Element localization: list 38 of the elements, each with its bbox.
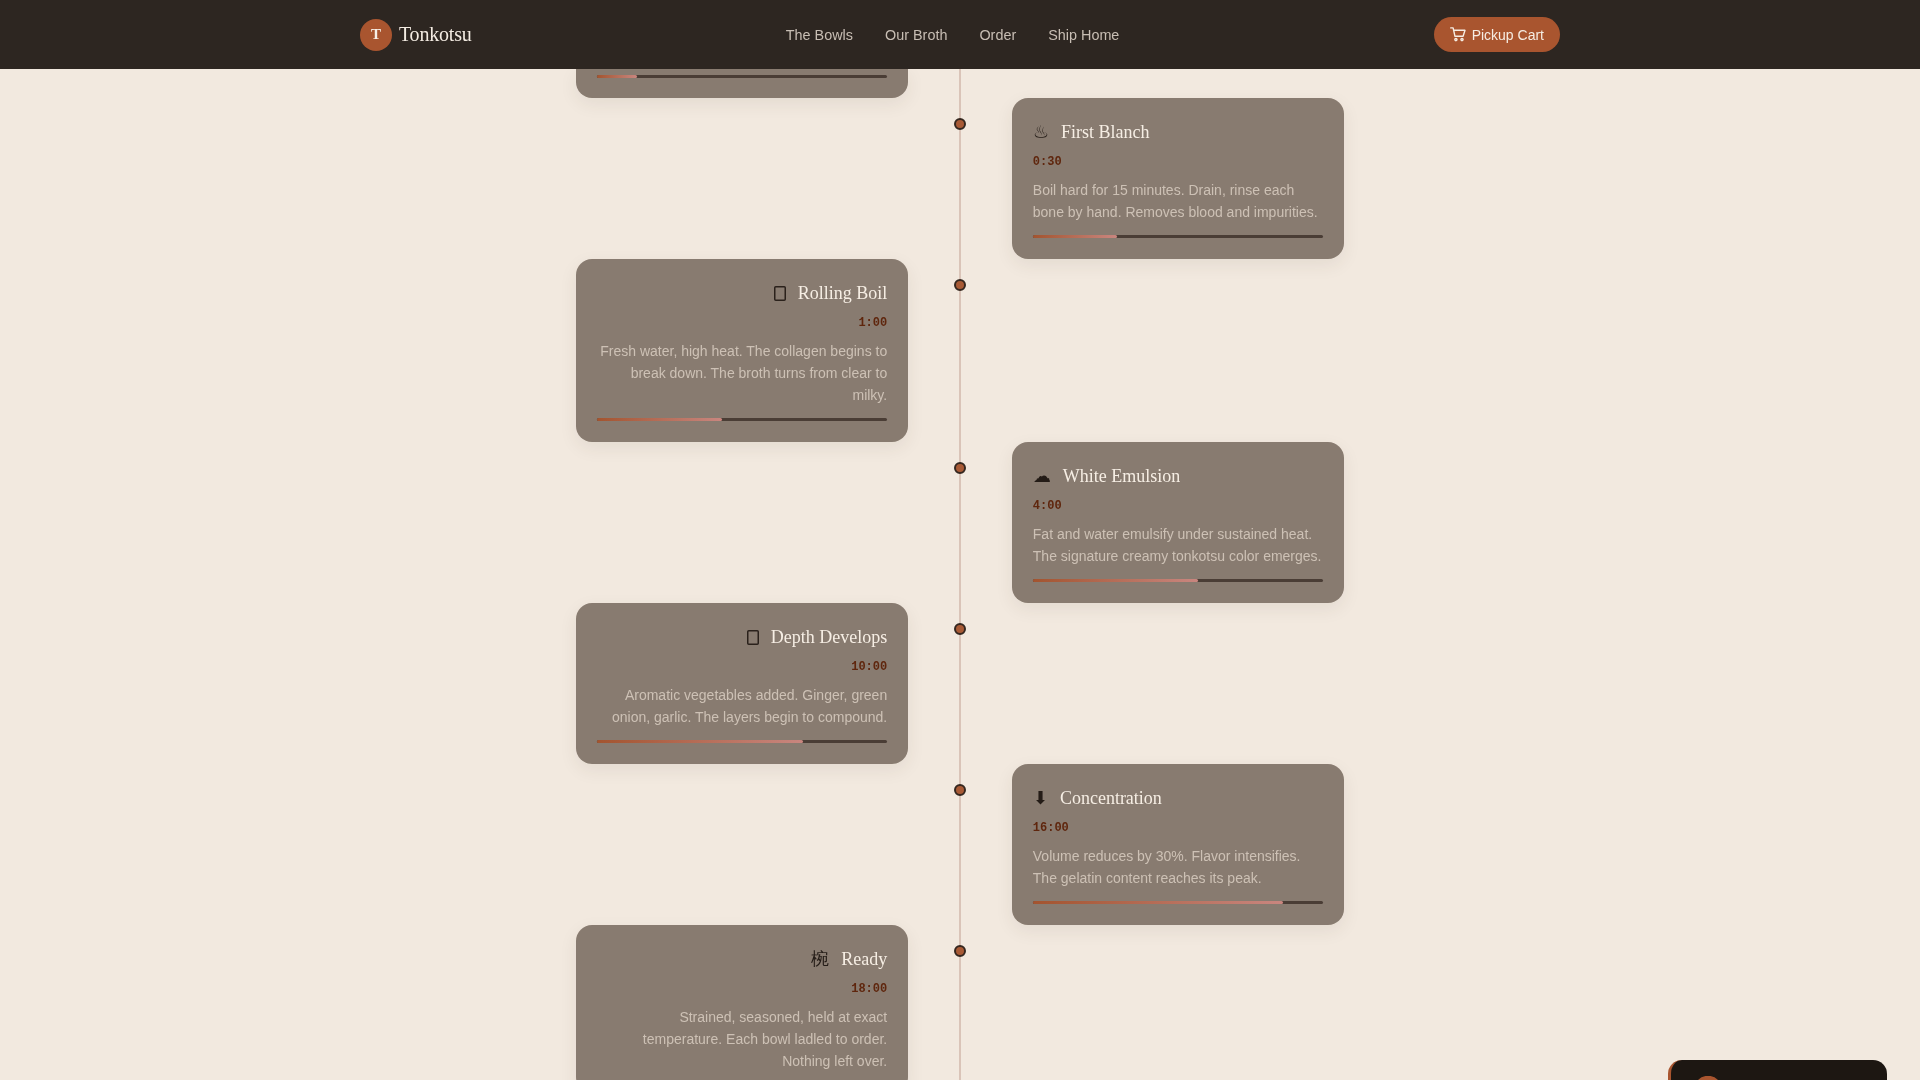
step-title: Ready: [841, 948, 888, 971]
empty-box-icon: [746, 629, 759, 645]
step-time: 1:00: [858, 315, 888, 331]
cloud-icon: ☁: [1032, 467, 1051, 485]
nav-link[interactable]: Our Broth: [885, 26, 948, 43]
step-title: First Blanch: [1060, 121, 1150, 144]
step-description: Aromatic vegetables added. Ginger, green onion, garlic. The layers begin to compound.: [610, 686, 888, 727]
down-arrow-icon: ⬇: [1032, 789, 1048, 807]
timeline-dot: [954, 784, 966, 796]
step-description: Volume reduces by 30%. Flavor intensifies. The gelatin content reaches its peak.: [1032, 847, 1302, 888]
step-description: Strained, seasoned, held at exact temperature. Each bowl ladled to order. Nothing left over.: [641, 1008, 888, 1071]
step-description: Fresh water, high heat. The collagen begins to break down. The broth turns from clear to milky.: [599, 342, 888, 405]
nav-link[interactable]: The Bowls: [785, 26, 853, 43]
timeline-dot: [954, 279, 966, 291]
step-title: Rolling Boil: [797, 282, 888, 305]
steam-icon: ♨: [1032, 123, 1049, 141]
brand-link[interactable]: Tonkotsu: [399, 23, 472, 46]
timeline-dot: [954, 945, 966, 957]
cart-button[interactable]: Pickup Cart: [1433, 17, 1560, 52]
timeline-dot: [954, 623, 966, 635]
nav-link[interactable]: Order: [979, 26, 1017, 43]
bowl-kanji-icon: 椀: [811, 950, 830, 968]
timeline-dot: [954, 462, 966, 474]
step-description: Boil hard for 15 minutes. Drain, rinse each bone by hand. Removes blood and impurities.: [1032, 181, 1319, 222]
step-time: 0:30: [1032, 154, 1062, 170]
logo-badge: T: [360, 18, 392, 51]
step-title: White Emulsion: [1062, 465, 1181, 488]
timeline-dot: [954, 118, 966, 130]
step-description: Fat and water emulsify under sustained heat. The signature creamy tonkotsu color emerges.: [1032, 525, 1323, 566]
step-time: 4:00: [1032, 498, 1062, 514]
step-title: Depth Develops: [770, 626, 888, 649]
step-time: 10:00: [851, 659, 888, 675]
step-title: Concentration: [1059, 787, 1162, 810]
nav-link[interactable]: Ship Home: [1048, 26, 1120, 43]
step-time: 18:00: [851, 981, 888, 997]
step-time: 16:00: [1032, 820, 1069, 836]
cart-icon: [1449, 27, 1466, 42]
empty-box-icon: [773, 285, 786, 301]
